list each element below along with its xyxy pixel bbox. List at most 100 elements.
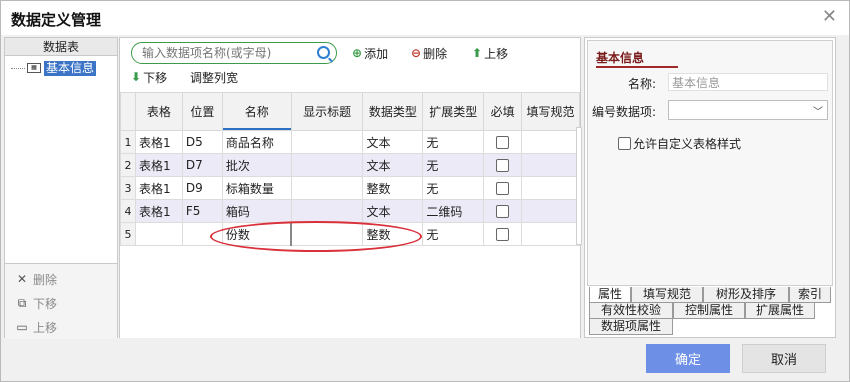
col-header-display-title[interactable]: 显示标题 — [290, 92, 364, 131]
cell-table[interactable]: 表格1 — [134, 199, 183, 223]
tree-item-label: 基本信息 — [44, 60, 97, 76]
cell-position[interactable]: D5 — [181, 130, 223, 154]
tab-tree-sort[interactable]: 树形及排序 — [703, 287, 789, 303]
code-item-select[interactable]: ﹀ — [668, 100, 828, 120]
tab-data-item-props[interactable]: 数据项属性 — [589, 319, 673, 335]
move-up-table-button[interactable]: ▭ 上移 — [15, 318, 57, 336]
tab-validation[interactable]: 有效性校验 — [589, 303, 673, 319]
tab-properties[interactable]: 属性 — [589, 287, 631, 303]
cell-display-title[interactable] — [290, 153, 364, 177]
col-header-ext-type[interactable]: 扩展类型 — [422, 92, 485, 131]
search-icon[interactable] — [317, 46, 330, 59]
cancel-button[interactable]: 取消 — [742, 344, 826, 373]
adjust-column-width-label: 调整列宽 — [190, 70, 239, 85]
col-header-required[interactable]: 必填 — [483, 92, 523, 131]
cell-data-type[interactable]: 整数 — [362, 222, 424, 246]
col-header-fill-rule[interactable]: 填写规范 — [521, 92, 580, 131]
required-checkbox[interactable] — [496, 228, 510, 241]
cell-required[interactable] — [483, 176, 523, 200]
search-box — [131, 42, 337, 64]
cell-data-type[interactable]: 整数 — [362, 176, 424, 200]
cell-fill-rule[interactable] — [521, 176, 580, 200]
adjust-column-width-button[interactable]: 调整列宽 — [190, 67, 238, 87]
custom-style-checkbox[interactable] — [618, 137, 631, 150]
cell-data-type[interactable]: 文本 — [362, 130, 424, 154]
cell-fill-rule[interactable] — [521, 199, 580, 223]
cell-display-title[interactable] — [290, 199, 364, 223]
data-items-table: 表格 位置 名称 显示标题 数据类型 扩展类型 必填 填写规范 1 表格1 D5 — [120, 92, 580, 246]
cell-table[interactable]: 表格1 — [134, 153, 183, 177]
cell-required[interactable] — [483, 199, 523, 223]
custom-style-option[interactable]: 允许自定义表格样式 — [618, 135, 741, 152]
move-down-icon: ⧉ — [17, 295, 27, 310]
cell-name[interactable]: 批次 — [221, 153, 292, 177]
tab-index[interactable]: 索引 — [789, 287, 831, 303]
required-checkbox[interactable] — [496, 182, 510, 195]
cell-table[interactable] — [134, 222, 183, 246]
close-icon[interactable]: ✕ — [822, 6, 837, 27]
cell-ext-type[interactable]: 无 — [422, 153, 485, 177]
move-down-table-button[interactable]: ⧉ 下移 — [15, 294, 57, 312]
required-checkbox[interactable] — [496, 136, 510, 149]
tree-connector — [11, 67, 25, 69]
cell-position[interactable]: F5 — [181, 199, 223, 223]
add-item-button[interactable]: ⊕ 添加 — [352, 43, 388, 63]
cell-display-title[interactable] — [290, 176, 364, 200]
cell-table[interactable]: 表格1 — [134, 130, 183, 154]
table-row[interactable]: 2 表格1 D7 批次 文本 无 — [120, 153, 580, 177]
table-row[interactable]: 3 表格1 D9 标箱数量 整数 无 — [120, 176, 580, 200]
cell-data-type[interactable]: 文本 — [362, 153, 424, 177]
cell-display-title[interactable] — [290, 222, 364, 246]
cell-ext-type[interactable]: 无 — [422, 176, 485, 200]
col-header-data-type[interactable]: 数据类型 — [362, 92, 424, 131]
cell-ext-type[interactable]: 无 — [422, 130, 485, 154]
name-field[interactable] — [668, 73, 828, 91]
cell-name[interactable]: 箱码 — [221, 199, 292, 223]
delete-table-button[interactable]: ✕ 删除 — [15, 270, 57, 288]
col-header-table[interactable]: 表格 — [134, 92, 183, 131]
move-up-item-button[interactable]: ⬆ 上移 — [472, 43, 508, 63]
cell-table[interactable]: 表格1 — [134, 176, 183, 200]
section-underline — [596, 66, 678, 68]
tab-ext-props[interactable]: 扩展属性 — [745, 303, 815, 319]
required-checkbox[interactable] — [496, 205, 510, 218]
arrow-up-icon: ⬆ — [472, 46, 483, 60]
cell-position[interactable]: D7 — [181, 153, 223, 177]
ok-button[interactable]: 确定 — [646, 344, 730, 373]
cell-fill-rule[interactable] — [521, 153, 580, 177]
table-row[interactable]: 1 表格1 D5 商品名称 文本 无 — [120, 130, 580, 154]
cell-required[interactable] — [483, 222, 523, 246]
cell-fill-rule[interactable] — [521, 222, 580, 246]
cell-display-title[interactable] — [290, 130, 364, 154]
cell-name[interactable]: 商品名称 — [221, 130, 292, 154]
tree-item-basic-info[interactable]: ▦ 基本信息 — [11, 60, 97, 76]
code-item-label: 编号数据项: — [592, 105, 657, 119]
col-header-position[interactable]: 位置 — [181, 92, 223, 131]
delete-item-button[interactable]: ⊖ 删除 — [411, 43, 447, 63]
tab-fill-rule[interactable]: 填写规范 — [631, 287, 703, 303]
cell-fill-rule[interactable] — [521, 130, 580, 154]
search-input[interactable] — [142, 45, 312, 61]
cell-ext-type[interactable]: 二维码 — [422, 199, 485, 223]
delete-icon: ✕ — [16, 272, 28, 286]
cell-name[interactable]: 份数 — [221, 222, 292, 246]
required-checkbox[interactable] — [496, 159, 510, 172]
data-definition-dialog: 数据定义管理 ✕ 数据表 ▦ 基本信息 ✕ 删除 ⧉ 下移 ▭ 上移 输入数据项… — [0, 0, 850, 382]
tab-control-props[interactable]: 控制属性 — [673, 303, 745, 319]
cell-required[interactable] — [483, 153, 523, 177]
cell-name[interactable]: 标箱数量 — [221, 176, 292, 200]
custom-style-label: 允许自定义表格样式 — [633, 137, 742, 151]
cell-position[interactable] — [181, 222, 223, 246]
move-down-table-label: 下移 — [33, 296, 58, 311]
table-row[interactable]: 4 表格1 F5 箱码 文本 二维码 — [120, 199, 580, 223]
table-row[interactable]: 5 份数 整数 无 — [120, 222, 580, 246]
add-icon: ⊕ — [352, 46, 363, 60]
cell-required[interactable] — [483, 130, 523, 154]
cell-ext-type[interactable]: 无 — [422, 222, 485, 246]
cell-position[interactable]: D9 — [181, 176, 223, 200]
cell-data-type[interactable]: 文本 — [362, 199, 424, 223]
panel-splitter[interactable] — [576, 127, 582, 245]
properties-panel: 基本信息 名称: 编号数据项: ﹀ 允许自定义表格样式 属性 填写规范 树形及排… — [584, 37, 836, 338]
move-down-item-button[interactable]: ⬇ 下移 — [131, 67, 167, 87]
col-header-name[interactable]: 名称 — [221, 92, 292, 131]
